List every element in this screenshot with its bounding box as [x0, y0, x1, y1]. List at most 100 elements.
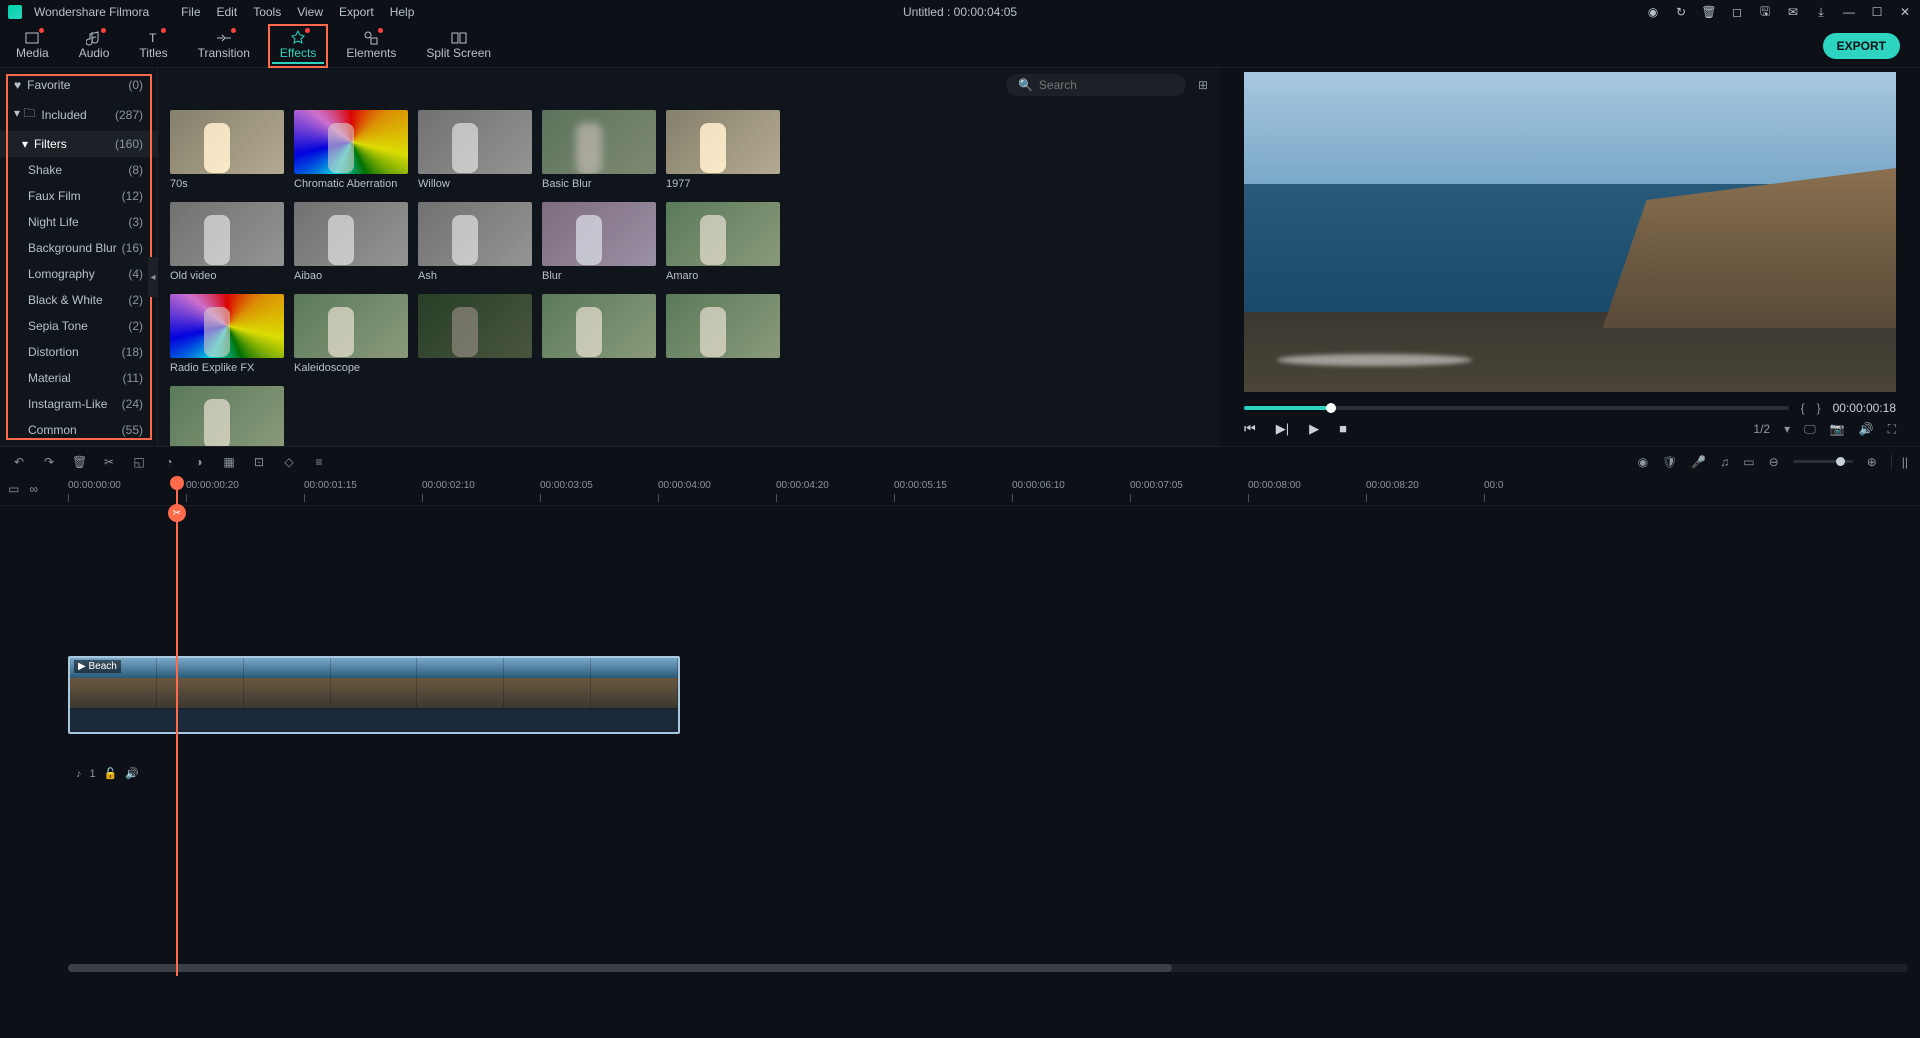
volume-icon[interactable]: 🔊	[1859, 422, 1874, 436]
marker-icon[interactable]: 🛡	[1662, 455, 1677, 469]
effect-item[interactable]	[666, 294, 780, 374]
grid-view-icon[interactable]: ⊞	[1198, 78, 1208, 92]
zoom-fit-icon[interactable]: ||	[1891, 455, 1908, 469]
adjust-icon[interactable]: ⊡	[252, 455, 266, 469]
effect-thumbnail[interactable]	[666, 202, 780, 266]
preview-video[interactable]	[1244, 72, 1896, 392]
effect-thumbnail[interactable]	[542, 294, 656, 358]
snapshot-icon[interactable]: 📷	[1830, 422, 1845, 436]
effect-thumbnail[interactable]	[170, 386, 284, 446]
effect-item[interactable]: Ash	[418, 202, 532, 282]
sidebar-favorite[interactable]: ♥Favorite (0)	[0, 72, 157, 98]
effect-item[interactable]: Chromatic Aberration	[294, 110, 408, 190]
effect-thumbnail[interactable]	[170, 294, 284, 358]
download-icon[interactable]: ⤓	[1814, 5, 1828, 19]
sidebar-item-shake[interactable]: Shake(8)	[0, 157, 157, 183]
timeline-ruler[interactable]: ▭ ∞ ✂ 00:00:00:0000:00:00:2000:00:01:150…	[0, 476, 1920, 506]
effect-item[interactable]: Radio Explike FX	[170, 294, 284, 374]
effect-item[interactable]: Kaleidoscope	[294, 294, 408, 374]
tab-titles[interactable]: TTitles	[131, 28, 175, 64]
menu-export[interactable]: Export	[339, 5, 374, 19]
menu-file[interactable]: File	[181, 5, 200, 19]
sidebar-item-instagram-like[interactable]: Instagram-Like(24)	[0, 391, 157, 417]
tips-icon[interactable]: ◉	[1646, 5, 1660, 19]
effect-item[interactable]: 1977	[666, 110, 780, 190]
tab-media[interactable]: Media	[8, 28, 57, 64]
voice-icon[interactable]: 🎤	[1691, 455, 1706, 469]
undo-icon[interactable]: ↶	[12, 455, 26, 469]
bracket-out-icon[interactable]: }	[1817, 401, 1821, 415]
account-icon[interactable]: ◻	[1730, 5, 1744, 19]
zoom-in-icon[interactable]: ⊕	[1867, 455, 1877, 469]
delete-icon[interactable]: 🗑	[1702, 5, 1716, 19]
effect-thumbnail[interactable]	[666, 294, 780, 358]
save-icon[interactable]: 🖫	[1758, 5, 1772, 19]
effect-item[interactable]: Aibao	[294, 202, 408, 282]
menu-help[interactable]: Help	[390, 5, 415, 19]
playhead[interactable]: ✂	[176, 476, 178, 976]
effect-item[interactable]: Old video	[170, 202, 284, 282]
settings-icon[interactable]: ≡	[312, 455, 326, 469]
sidebar-item-lomography[interactable]: Lomography(4)	[0, 261, 157, 287]
menu-tools[interactable]: Tools	[253, 5, 281, 19]
track-manage-icon[interactable]: ▭	[8, 482, 19, 496]
sidebar-item-distortion[interactable]: Distortion(18)	[0, 339, 157, 365]
prev-frame-icon[interactable]: ⏮	[1244, 421, 1256, 437]
effect-thumbnail[interactable]	[418, 110, 532, 174]
tab-elements[interactable]: Elements	[338, 28, 404, 64]
effect-item[interactable]	[418, 294, 532, 374]
effect-item[interactable]	[170, 386, 284, 446]
sidebar-item-faux-film[interactable]: Faux Film(12)	[0, 183, 157, 209]
sidebar-item-material[interactable]: Material(11)	[0, 365, 157, 391]
tab-transition[interactable]: Transition	[190, 28, 258, 64]
green-screen-icon[interactable]: ▦	[222, 455, 236, 469]
preview-scrubber[interactable]	[1244, 406, 1789, 410]
play-icon[interactable]: ▶	[1309, 421, 1319, 437]
zoom-slider[interactable]	[1793, 460, 1853, 463]
stop-icon[interactable]: ■	[1339, 421, 1347, 437]
render-icon[interactable]: ▭	[1743, 455, 1754, 469]
cut-icon[interactable]: ✂	[102, 455, 116, 469]
mute-icon[interactable]: 🔊	[125, 767, 139, 780]
chevron-down-icon[interactable]: ▾	[1784, 422, 1790, 436]
sidebar-included[interactable]: ▾ 🗀 Included (287)	[0, 98, 157, 131]
speed-icon[interactable]: ◔	[162, 455, 176, 469]
maximize-icon[interactable]: ☐	[1870, 5, 1884, 19]
effect-thumbnail[interactable]	[542, 202, 656, 266]
effect-item[interactable]	[542, 294, 656, 374]
delete-icon[interactable]: 🗑	[72, 455, 86, 469]
tab-effects[interactable]: Effects	[272, 28, 324, 64]
effect-thumbnail[interactable]	[542, 110, 656, 174]
color-icon[interactable]: ◑	[192, 455, 206, 469]
sidebar-collapse-icon[interactable]: ◂	[148, 257, 158, 297]
cloud-icon[interactable]: ↻	[1674, 5, 1688, 19]
sidebar-item-black-white[interactable]: Black & White(2)	[0, 287, 157, 313]
minimize-icon[interactable]: —	[1842, 5, 1856, 19]
lock-icon[interactable]: 🔓	[104, 767, 118, 780]
effect-thumbnail[interactable]	[418, 294, 532, 358]
effect-thumbnail[interactable]	[170, 110, 284, 174]
sidebar-filters[interactable]: ▾ Filters (160)	[0, 131, 157, 157]
tab-split-screen[interactable]: Split Screen	[418, 28, 499, 64]
sidebar-item-sepia-tone[interactable]: Sepia Tone(2)	[0, 313, 157, 339]
effect-thumbnail[interactable]	[294, 110, 408, 174]
sidebar-item-common[interactable]: Common(55)	[0, 417, 157, 443]
video-clip[interactable]: ▶ Beach	[68, 656, 680, 734]
scissor-icon[interactable]: ✂	[168, 504, 186, 522]
effect-thumbnail[interactable]	[294, 294, 408, 358]
effect-thumbnail[interactable]	[294, 202, 408, 266]
effect-item[interactable]: Amaro	[666, 202, 780, 282]
keyframe-icon[interactable]: ◇	[282, 455, 296, 469]
effect-thumbnail[interactable]	[418, 202, 532, 266]
menu-edit[interactable]: Edit	[217, 5, 238, 19]
play-back-icon[interactable]: ▶|	[1276, 421, 1289, 437]
message-icon[interactable]: ✉	[1786, 5, 1800, 19]
effect-item[interactable]: 70s	[170, 110, 284, 190]
timeline-scrollbar[interactable]	[68, 964, 1908, 972]
export-button[interactable]: EXPORT	[1823, 33, 1900, 59]
effect-thumbnail[interactable]	[170, 202, 284, 266]
zoom-out-icon[interactable]: ⊖	[1769, 455, 1779, 469]
menu-view[interactable]: View	[297, 5, 323, 19]
fullscreen-icon[interactable]: ⛶	[1888, 422, 1896, 437]
sidebar-item-night-life[interactable]: Night Life(3)	[0, 209, 157, 235]
